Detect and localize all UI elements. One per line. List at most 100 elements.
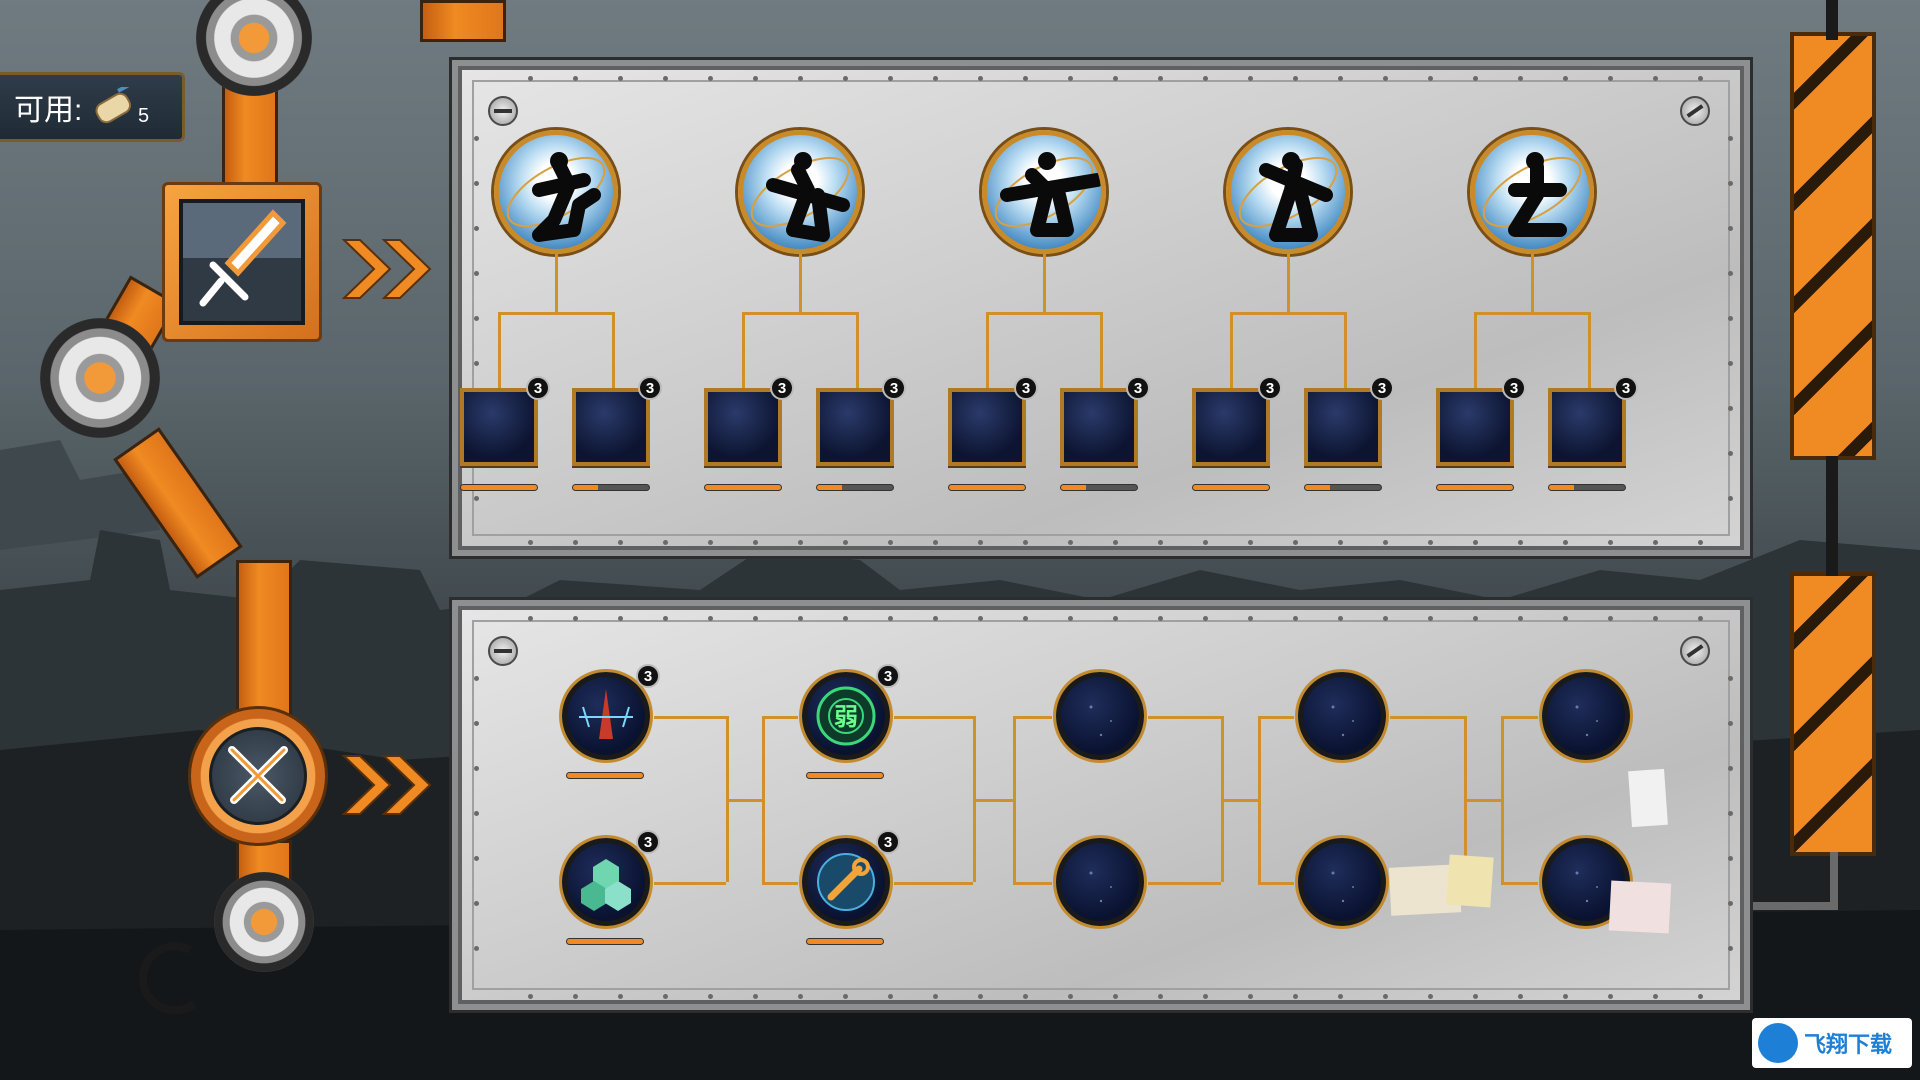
- level-badge: 3: [636, 830, 660, 854]
- progress-bar: [1192, 484, 1270, 491]
- hero-spearman[interactable]: [982, 130, 1106, 254]
- rivet: [1518, 616, 1523, 621]
- rivet: [1608, 540, 1613, 545]
- rivet: [1653, 76, 1658, 81]
- level-badge: 3: [1502, 376, 1526, 400]
- connector: [654, 882, 726, 885]
- rivet: [1068, 994, 1073, 999]
- progress-fill: [807, 773, 883, 778]
- chevron-right-icon: [341, 755, 432, 815]
- rivet: [528, 994, 533, 999]
- rivet: [1158, 616, 1163, 621]
- hexagon-skill-slot[interactable]: [562, 838, 650, 926]
- progress-fill: [461, 485, 537, 490]
- rivet: [1248, 616, 1253, 621]
- rivet: [663, 540, 668, 545]
- rivet: [474, 766, 479, 771]
- hero-upgrade-slot[interactable]: [572, 388, 650, 466]
- rivet: [1113, 616, 1118, 621]
- rivet: [1728, 316, 1733, 321]
- rivet: [1698, 76, 1703, 81]
- hero-silhouette-icon: [1482, 152, 1582, 237]
- rivet: [1608, 616, 1613, 621]
- connector: [1012, 882, 1052, 885]
- progress-fill: [1437, 485, 1513, 490]
- rivet: [1518, 994, 1523, 999]
- level-badge: 3: [770, 376, 794, 400]
- progress-bar: [572, 484, 650, 491]
- hero-upgrade-slot[interactable]: [948, 388, 1026, 466]
- rivet: [474, 316, 479, 321]
- rivet: [1428, 616, 1433, 621]
- rivet: [1518, 76, 1523, 81]
- rivet: [474, 676, 479, 681]
- rivet: [1608, 994, 1613, 999]
- rivet: [1653, 616, 1658, 621]
- connector: [1100, 312, 1103, 390]
- hero-silhouette-icon: [1238, 152, 1338, 242]
- connector: [1257, 882, 1294, 885]
- rivet: [474, 946, 479, 951]
- weak-target-skill-slot[interactable]: 弱: [802, 672, 890, 760]
- hero-upgrade-slot[interactable]: [460, 388, 538, 466]
- rivet: [1728, 451, 1733, 456]
- hero-upgrade-slot[interactable]: [1548, 388, 1626, 466]
- hero-fan-dancer[interactable]: [1226, 130, 1350, 254]
- rivet: [1023, 994, 1028, 999]
- rivet: [1653, 994, 1658, 999]
- rivet: [888, 616, 893, 621]
- connector: [612, 312, 615, 390]
- chevron-right-icon: [341, 239, 432, 299]
- hero-monk[interactable]: [1470, 130, 1594, 254]
- arm-segment-lower: [236, 560, 292, 716]
- rivet: [1473, 994, 1478, 999]
- locked-slot-icon: [1089, 871, 1112, 903]
- hero-upgrade-slot[interactable]: [1436, 388, 1514, 466]
- locked-skill-slot[interactable]: [1056, 838, 1144, 926]
- category-weapon-tab[interactable]: [162, 182, 322, 342]
- rivet: [1563, 994, 1568, 999]
- rivet: [978, 994, 983, 999]
- rivet: [1158, 76, 1163, 81]
- hero-upgrade-slot[interactable]: [704, 388, 782, 466]
- rivet: [1728, 811, 1733, 816]
- connector: [894, 882, 973, 885]
- rivet: [1473, 540, 1478, 545]
- rivet: [1293, 76, 1298, 81]
- rivet: [573, 994, 578, 999]
- progress-fill: [1305, 485, 1331, 490]
- connector: [1501, 882, 1538, 885]
- locked-skill-slot[interactable]: [1056, 672, 1144, 760]
- hero-upgrade-slot[interactable]: [816, 388, 894, 466]
- progress-bar: [1304, 484, 1382, 491]
- connector: [986, 312, 1102, 315]
- locked-skill-slot[interactable]: [1298, 838, 1386, 926]
- hero-archer[interactable]: [494, 130, 618, 254]
- connector: [1588, 312, 1591, 390]
- rivet: [708, 994, 713, 999]
- wrench-skill-slot[interactable]: [802, 838, 890, 926]
- locked-slot-icon: [1331, 871, 1354, 903]
- hero-upgrade-slot[interactable]: [1060, 388, 1138, 466]
- hero-swordsman[interactable]: [738, 130, 862, 254]
- rivet: [1728, 136, 1733, 141]
- hero-upgrade-slot[interactable]: [1304, 388, 1382, 466]
- category-combat-tab[interactable]: [188, 706, 328, 846]
- rivet: [1563, 540, 1568, 545]
- locked-skill-slot[interactable]: [1298, 672, 1386, 760]
- connector: [986, 312, 989, 390]
- rivet: [1293, 616, 1298, 621]
- connector: [856, 312, 859, 390]
- connector: [1474, 312, 1590, 315]
- rivet: [1203, 540, 1208, 545]
- hero-upgrade-slot[interactable]: [1192, 388, 1270, 466]
- locked-skill-slot[interactable]: [1542, 672, 1630, 760]
- rivet: [528, 76, 533, 81]
- hero-silhouette-icon: [506, 152, 606, 242]
- rivet: [1428, 540, 1433, 545]
- rivet: [1338, 76, 1343, 81]
- skill-panel: [452, 600, 1750, 1010]
- level-badge: 3: [1014, 376, 1038, 400]
- blade-skill-slot[interactable]: [562, 672, 650, 760]
- rivet: [663, 76, 668, 81]
